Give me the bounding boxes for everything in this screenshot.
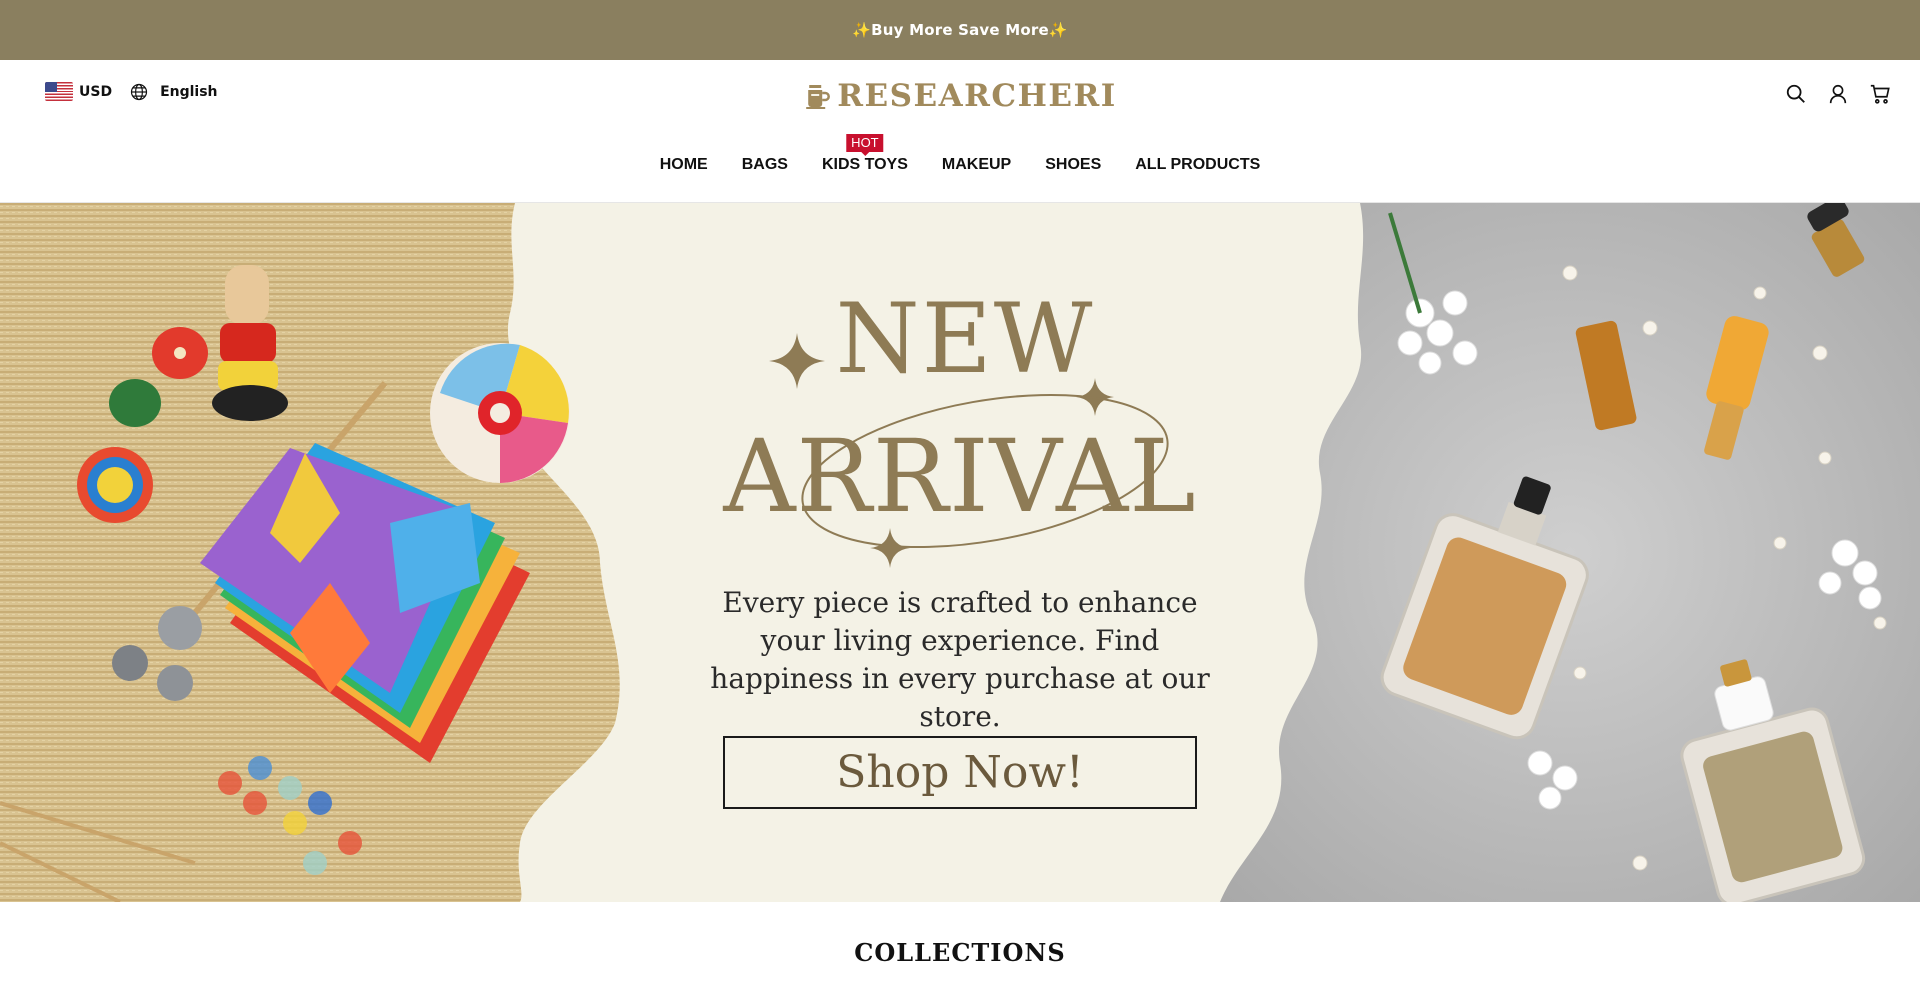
main-nav: HOME BAGS HOT KIDS TOYS MAKEUP SHOES ALL… bbox=[0, 134, 1920, 174]
collections-heading: COLLECTIONS bbox=[854, 938, 1066, 967]
shop-now-button[interactable]: Shop Now! bbox=[723, 736, 1197, 809]
announcement-text: ✨Buy More Save More✨ bbox=[852, 21, 1068, 39]
toys-image bbox=[0, 203, 640, 902]
nav-item-kids-toys[interactable]: HOT KIDS TOYS bbox=[821, 134, 908, 174]
perfume-image bbox=[1220, 203, 1920, 902]
hero-tagline: Every piece is crafted to enhance your l… bbox=[710, 586, 1210, 733]
logo-text: RESEARCHERI bbox=[837, 78, 1117, 114]
header-actions bbox=[1784, 82, 1892, 106]
account-icon[interactable] bbox=[1826, 82, 1850, 106]
site-header: USD English RESEARCHERI HOME BAGS HOT KI… bbox=[0, 60, 1920, 203]
site-logo[interactable]: RESEARCHERI bbox=[803, 78, 1117, 114]
nav-item-all-products[interactable]: ALL PRODUCTS bbox=[1135, 156, 1260, 174]
hero-title-new: NEW bbox=[835, 283, 1095, 395]
locale-selectors: USD English bbox=[45, 82, 218, 101]
currency-label: USD bbox=[79, 83, 113, 100]
nav-item-shoes[interactable]: SHOES bbox=[1045, 156, 1101, 174]
cart-icon[interactable] bbox=[1868, 82, 1892, 106]
announcement-bar: ✨Buy More Save More✨ bbox=[0, 0, 1920, 60]
currency-selector[interactable]: USD bbox=[45, 82, 112, 101]
language-label: English bbox=[160, 83, 218, 100]
hero-title-arrival: ARRIVAL bbox=[723, 418, 1197, 535]
search-icon[interactable] bbox=[1784, 82, 1808, 106]
globe-icon bbox=[130, 83, 148, 101]
nav-item-makeup[interactable]: MAKEUP bbox=[942, 156, 1011, 174]
hero-content: NEW ARRIVAL Every piece is crafted to en… bbox=[700, 203, 1220, 902]
hero-banner: NEW ARRIVAL Every piece is crafted to en… bbox=[0, 203, 1920, 902]
nav-item-home[interactable]: HOME bbox=[660, 156, 708, 174]
nav-item-bags[interactable]: BAGS bbox=[742, 156, 788, 174]
language-selector[interactable]: English bbox=[130, 83, 218, 101]
cup-icon bbox=[803, 81, 833, 111]
hot-badge: HOT bbox=[846, 134, 884, 152]
us-flag-icon bbox=[45, 82, 73, 101]
nav-item-label: KIDS TOYS bbox=[821, 156, 908, 173]
